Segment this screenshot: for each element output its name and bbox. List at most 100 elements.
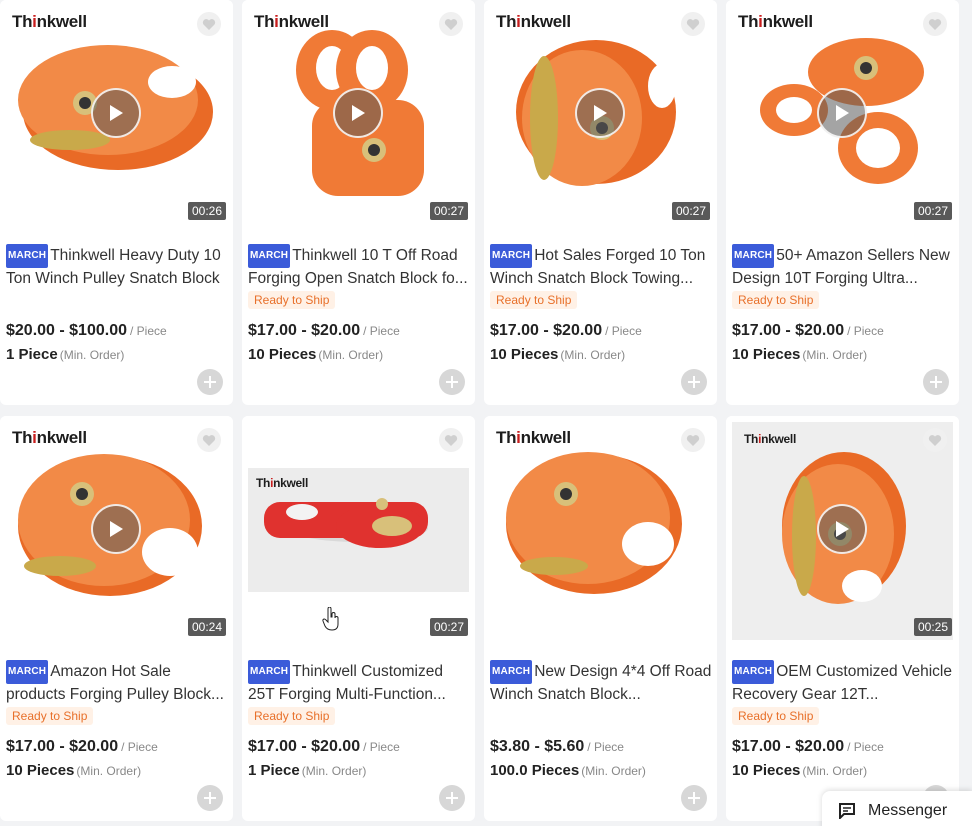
brand-logo: Thinkwell <box>496 428 571 447</box>
video-duration: 00:25 <box>913 618 952 636</box>
price-row: $17.00 - $20.00/ Piece <box>6 738 158 756</box>
price-row: $20.00 - $100.00/ Piece <box>6 322 167 340</box>
brand-logo: Thinkwell <box>254 12 329 31</box>
brand-logo: Thinkwell <box>256 476 308 490</box>
march-badge: MARCH <box>6 244 49 268</box>
moq-row: 10 Pieces (Min. Order) <box>732 346 868 363</box>
hand-cursor-icon <box>322 606 340 636</box>
march-badge: MARCH <box>732 244 775 268</box>
price: $17.00 - $20.00 <box>248 738 361 755</box>
product-title[interactable]: MARCH Hot Sales Forged 10 Ton Winch Snatc… <box>490 244 712 290</box>
product-video-thumbnail[interactable]: Thinkwell 00:27 <box>242 416 475 644</box>
ready-to-ship-tag: Ready to Ship <box>732 707 820 725</box>
product-video-thumbnail[interactable]: Thinkwell 00:25 <box>726 416 959 644</box>
play-icon[interactable] <box>817 88 867 138</box>
favorite-heart-icon[interactable] <box>197 428 221 452</box>
play-icon[interactable] <box>333 88 383 138</box>
product-card[interactable]: Thinkwell 00:27 MARCH Thinkwell 10 T Off … <box>242 0 475 405</box>
add-to-compare-plus-icon[interactable] <box>923 369 949 395</box>
price-unit: / Piece <box>605 324 642 338</box>
moq-row: 10 Pieces (Min. Order) <box>6 762 142 779</box>
product-card[interactable]: Thinkwell 00:27 MARCH Hot Sales Forged 10… <box>484 0 717 405</box>
product-video-thumbnail[interactable]: Thinkwell 00:24 <box>0 416 233 644</box>
price: $17.00 - $20.00 <box>248 322 361 339</box>
min-order-qty: 1 Piece <box>248 762 300 779</box>
product-title[interactable]: MARCH Thinkwell Heavy Duty 10 Ton Winch P… <box>6 244 228 290</box>
price-row: $17.00 - $20.00/ Piece <box>248 738 400 756</box>
video-duration: 00:26 <box>187 202 226 220</box>
product-card[interactable]: Thinkwell 00:27 MARCH Thinkwell Customize… <box>242 416 475 821</box>
play-icon[interactable] <box>817 504 867 554</box>
favorite-heart-icon[interactable] <box>923 12 947 36</box>
favorite-heart-icon[interactable] <box>923 428 947 452</box>
product-card[interactable]: Thinkwell 00:27 MARCH 50+ Amazon Sellers … <box>726 0 959 405</box>
add-to-compare-plus-icon[interactable] <box>681 785 707 811</box>
product-title[interactable]: MARCH OEM Customized Vehicle Recovery Gea… <box>732 660 954 706</box>
moq-row: 10 Pieces (Min. Order) <box>732 762 868 779</box>
price-unit: / Piece <box>363 324 400 338</box>
min-order-qty: 10 Pieces <box>6 762 75 779</box>
min-order-qty: 1 Piece <box>6 346 58 363</box>
messenger-button[interactable]: Messenger <box>822 791 972 826</box>
play-icon[interactable] <box>575 88 625 138</box>
price: $17.00 - $20.00 <box>490 322 603 339</box>
video-duration: 00:24 <box>187 618 226 636</box>
chat-icon <box>839 803 855 819</box>
add-to-compare-plus-icon[interactable] <box>197 785 223 811</box>
product-title[interactable]: MARCH New Design 4*4 Off Road Winch Snatc… <box>490 660 712 706</box>
video-duration: 00:27 <box>913 202 952 220</box>
play-icon[interactable] <box>91 504 141 554</box>
price-row: $17.00 - $20.00/ Piece <box>732 738 884 756</box>
product-card[interactable]: Thinkwell 00:26 MARCH Thinkwell Heavy Dut… <box>0 0 233 405</box>
min-order-qty: 10 Pieces <box>248 346 317 363</box>
price-row: $3.80 - $5.60/ Piece <box>490 738 624 756</box>
product-card[interactable]: Thinkwell 00:25 MARCH OEM Customized Vehi… <box>726 416 959 821</box>
min-order-qty: 10 Pieces <box>732 762 801 779</box>
product-video-thumbnail[interactable]: Thinkwell 00:27 <box>726 0 959 228</box>
march-badge: MARCH <box>248 244 291 268</box>
favorite-heart-icon[interactable] <box>197 12 221 36</box>
video-duration: 00:27 <box>429 202 468 220</box>
product-title[interactable]: MARCH Thinkwell Customized 25T Forging Mu… <box>248 660 470 706</box>
product-video-thumbnail[interactable]: Thinkwell <box>484 416 717 644</box>
price-unit: / Piece <box>130 324 167 338</box>
ready-to-ship-tag: Ready to Ship <box>490 291 578 309</box>
march-badge: MARCH <box>6 660 49 684</box>
moq-row: 1 Piece (Min. Order) <box>248 762 367 779</box>
favorite-heart-icon[interactable] <box>681 12 705 36</box>
brand-logo: Thinkwell <box>738 12 813 31</box>
favorite-heart-icon[interactable] <box>439 12 463 36</box>
product-image <box>248 468 469 592</box>
product-video-thumbnail[interactable]: Thinkwell 00:27 <box>242 0 475 228</box>
favorite-heart-icon[interactable] <box>681 428 705 452</box>
ready-to-ship-tag: Ready to Ship <box>732 291 820 309</box>
add-to-compare-plus-icon[interactable] <box>681 369 707 395</box>
favorite-heart-icon[interactable] <box>439 428 463 452</box>
add-to-compare-plus-icon[interactable] <box>197 369 223 395</box>
product-title[interactable]: MARCH Thinkwell 10 T Off Road Forging Ope… <box>248 244 470 290</box>
price-unit: / Piece <box>121 740 158 754</box>
min-order-qty: 10 Pieces <box>490 346 559 363</box>
price-row: $17.00 - $20.00/ Piece <box>248 322 400 340</box>
brand-logo: Thinkwell <box>12 12 87 31</box>
product-video-thumbnail[interactable]: Thinkwell 00:27 <box>484 0 717 228</box>
product-video-thumbnail[interactable]: Thinkwell 00:26 <box>0 0 233 228</box>
price-unit: / Piece <box>847 740 884 754</box>
product-title[interactable]: MARCH 50+ Amazon Sellers New Design 10T F… <box>732 244 954 290</box>
product-card[interactable]: Thinkwell 00:24 MARCH Amazon Hot Sale pro… <box>0 416 233 821</box>
price: $17.00 - $20.00 <box>732 322 845 339</box>
product-title[interactable]: MARCH Amazon Hot Sale products Forging Pu… <box>6 660 228 706</box>
moq-row: 10 Pieces (Min. Order) <box>490 346 626 363</box>
product-image <box>506 452 682 594</box>
ready-to-ship-tag: Ready to Ship <box>6 707 94 725</box>
product-card[interactable]: Thinkwell MARCH New Design 4*4 Off Road W… <box>484 416 717 821</box>
ready-to-ship-tag: Ready to Ship <box>248 291 336 309</box>
march-badge: MARCH <box>248 660 291 684</box>
play-icon[interactable] <box>91 88 141 138</box>
brand-logo: Thinkwell <box>496 12 571 31</box>
moq-row: 100.0 Pieces (Min. Order) <box>490 762 646 779</box>
price-unit: / Piece <box>847 324 884 338</box>
add-to-compare-plus-icon[interactable] <box>439 369 465 395</box>
add-to-compare-plus-icon[interactable] <box>439 785 465 811</box>
video-duration: 00:27 <box>671 202 710 220</box>
